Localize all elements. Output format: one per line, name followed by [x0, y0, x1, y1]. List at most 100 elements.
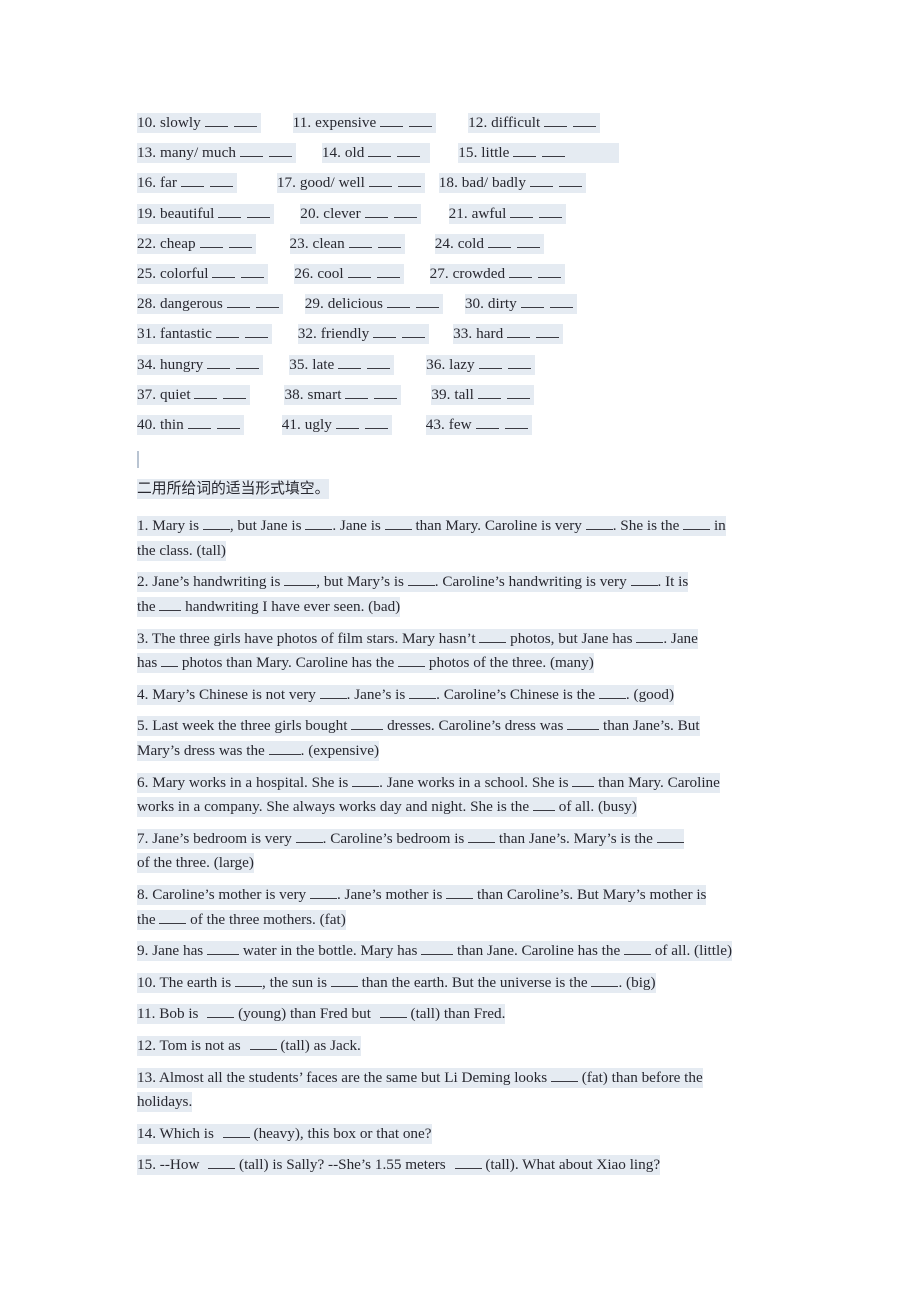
- answer-blank[interactable]: [409, 683, 437, 699]
- answer-blank[interactable]: [398, 652, 426, 668]
- word-number: 28.: [137, 295, 157, 313]
- answer-blank[interactable]: [364, 199, 417, 229]
- answer-blank[interactable]: [598, 683, 626, 699]
- answer-blank[interactable]: [187, 410, 240, 440]
- question-text: . Caroline’s bedroom is: [322, 829, 469, 847]
- answer-blank[interactable]: [520, 289, 573, 319]
- answer-blank[interactable]: [386, 289, 439, 319]
- answer-blank[interactable]: [478, 350, 531, 380]
- answer-blank[interactable]: [202, 515, 230, 531]
- answer-blank[interactable]: [348, 229, 401, 259]
- word-label: delicious: [327, 295, 384, 313]
- answer-blank[interactable]: [352, 771, 380, 787]
- word-label: bad/ badly: [461, 174, 526, 192]
- answer-blank[interactable]: [212, 259, 265, 289]
- question-text: . Jane is: [332, 517, 385, 535]
- word-label: far: [160, 174, 178, 192]
- answer-blank[interactable]: [446, 884, 474, 899]
- answer-blank[interactable]: [585, 515, 613, 531]
- answer-blank[interactable]: [204, 108, 257, 138]
- answer-blank[interactable]: [591, 971, 619, 987]
- word-number: 41.: [281, 416, 301, 434]
- answer-blank[interactable]: [513, 138, 566, 168]
- answer-blank[interactable]: [550, 1066, 578, 1082]
- word-label: old: [344, 144, 365, 162]
- answer-blank[interactable]: [239, 138, 292, 168]
- answer-blank[interactable]: [368, 168, 421, 198]
- answer-blank[interactable]: [479, 627, 507, 643]
- answer-blank[interactable]: [384, 515, 412, 531]
- answer-blank[interactable]: [249, 1034, 277, 1050]
- answer-blank[interactable]: [180, 168, 233, 198]
- answer-blank[interactable]: [159, 596, 182, 612]
- question-text: , the sun is: [262, 973, 331, 991]
- answer-blank[interactable]: [207, 1003, 235, 1019]
- answer-blank[interactable]: [235, 971, 263, 987]
- answer-blank[interactable]: [330, 971, 358, 987]
- answer-blank[interactable]: [487, 229, 540, 259]
- word-number: 18.: [438, 174, 458, 192]
- word-label: hungry: [160, 355, 204, 373]
- answer-blank[interactable]: [567, 715, 600, 731]
- word-label: colorful: [160, 265, 209, 283]
- answer-blank[interactable]: [347, 259, 400, 289]
- answer-blank[interactable]: [215, 319, 268, 349]
- answer-blank[interactable]: [544, 108, 597, 138]
- answer-blank[interactable]: [507, 319, 560, 349]
- word-label: beautiful: [160, 204, 215, 222]
- answer-blank[interactable]: [529, 168, 582, 198]
- answer-blank[interactable]: [295, 827, 323, 843]
- question-text: The earth is: [159, 973, 236, 991]
- answer-blank[interactable]: [319, 683, 347, 699]
- answer-blank[interactable]: [335, 410, 388, 440]
- answer-blank[interactable]: [572, 771, 595, 787]
- answer-blank[interactable]: [194, 380, 247, 410]
- answer-blank[interactable]: [454, 1154, 482, 1170]
- answer-blank[interactable]: [510, 199, 563, 229]
- answer-blank[interactable]: [345, 380, 398, 410]
- answer-blank[interactable]: [636, 627, 664, 643]
- word-list-row: 22. cheap 23. clean 24. cold: [137, 229, 790, 259]
- answer-blank[interactable]: [509, 259, 562, 289]
- answer-blank[interactable]: [305, 515, 333, 531]
- answer-blank[interactable]: [683, 515, 711, 531]
- answer-blank[interactable]: [268, 740, 301, 755]
- word-label: many/ much: [160, 144, 236, 162]
- answer-blank[interactable]: [379, 1003, 407, 1019]
- answer-blank[interactable]: [159, 908, 187, 924]
- question-text: holidays.: [137, 1092, 193, 1113]
- answer-blank[interactable]: [407, 571, 435, 587]
- question-text: dresses. Caroline’s dress was: [383, 717, 568, 735]
- question-text: photos, but Jane has: [506, 629, 637, 647]
- question-text: than Jane. Caroline has the: [453, 942, 625, 960]
- answer-blank[interactable]: [477, 380, 530, 410]
- answer-blank[interactable]: [380, 108, 433, 138]
- answer-blank[interactable]: [207, 940, 240, 956]
- answer-blank[interactable]: [373, 319, 426, 349]
- word-number: 25.: [137, 265, 157, 283]
- word-label: lazy: [449, 355, 475, 373]
- answer-blank[interactable]: [624, 940, 652, 956]
- answer-blank[interactable]: [222, 1122, 250, 1138]
- answer-blank[interactable]: [207, 350, 260, 380]
- answer-blank[interactable]: [161, 652, 179, 668]
- answer-blank[interactable]: [309, 884, 337, 899]
- answer-blank[interactable]: [338, 350, 391, 380]
- word-label: few: [448, 416, 472, 434]
- answer-blank[interactable]: [218, 199, 271, 229]
- answer-blank[interactable]: [226, 289, 279, 319]
- word-number: 26.: [294, 265, 314, 283]
- question-text: of all. (little): [651, 942, 733, 960]
- answer-blank[interactable]: [208, 1154, 236, 1170]
- answer-blank[interactable]: [284, 571, 317, 587]
- word-label: ugly: [304, 416, 332, 434]
- answer-blank[interactable]: [656, 827, 684, 843]
- answer-blank[interactable]: [532, 796, 555, 812]
- answer-blank[interactable]: [199, 229, 252, 259]
- answer-blank[interactable]: [421, 940, 454, 956]
- answer-blank[interactable]: [368, 138, 421, 168]
- answer-blank[interactable]: [351, 715, 384, 731]
- answer-blank[interactable]: [475, 410, 528, 440]
- answer-blank[interactable]: [630, 571, 658, 587]
- answer-blank[interactable]: [468, 827, 496, 843]
